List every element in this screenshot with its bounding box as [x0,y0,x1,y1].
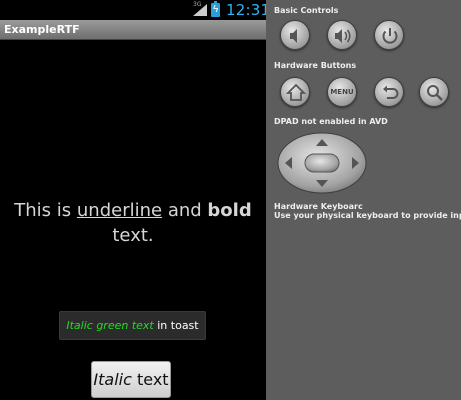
back-button[interactable] [374,77,404,107]
status-bar: 3G ϟ 12:31 [0,0,266,20]
toast-green-italic: Italic green text [66,319,154,332]
rich-text-view: This is underline and bold text. [0,198,266,248]
volume-down-button[interactable] [280,20,310,50]
dpad-label: DPAD not enabled in AVD [274,117,388,126]
basic-controls-label: Basic Controls [274,6,339,15]
volume-up-button[interactable] [327,20,357,50]
toast-rest: in toast [153,319,199,332]
rich-text-underline: underline [76,200,163,221]
keyboard-hint: Use your physical keyboard to provide in… [274,211,461,220]
home-icon [285,83,307,101]
app-title-bar: ExampleRTF [0,20,266,40]
back-icon [383,85,399,99]
volume-up-icon [335,29,351,43]
rich-text-plain-2: and [162,200,208,221]
volume-down-icon [290,29,297,43]
home-button[interactable] [280,77,310,107]
dpad-center-button[interactable] [304,153,340,173]
menu-label: MENU [330,88,354,96]
signal-icon [193,4,207,16]
power-icon [382,28,398,44]
search-icon [427,85,443,101]
dpad-control[interactable] [276,131,368,195]
button-italic-part: Italic [93,370,132,389]
hardware-keyboard-label: Hardware Keyboarc [274,202,363,211]
rich-text-plain-3: text. [112,225,154,246]
italic-text-button[interactable]: Italic text [91,361,171,398]
rich-text-bold: bold [207,200,252,221]
emulator-controls-panel: Basic Controls Hardware Buttons MENU DPA… [266,0,461,400]
rich-text-plain: This is [14,200,77,221]
toast-message: Italic green text in toast [59,311,206,340]
device-screen: 3G ϟ 12:31 ExampleRTF This is underline … [0,0,266,400]
hardware-buttons-label: Hardware Buttons [274,61,357,70]
menu-button[interactable]: MENU [327,77,357,107]
button-rest-part: text [131,370,169,389]
battery-icon: ϟ [211,1,220,17]
power-button[interactable] [374,20,404,50]
app-title: ExampleRTF [4,23,80,36]
search-button[interactable] [419,77,449,107]
clock: 12:31 [226,1,266,19]
